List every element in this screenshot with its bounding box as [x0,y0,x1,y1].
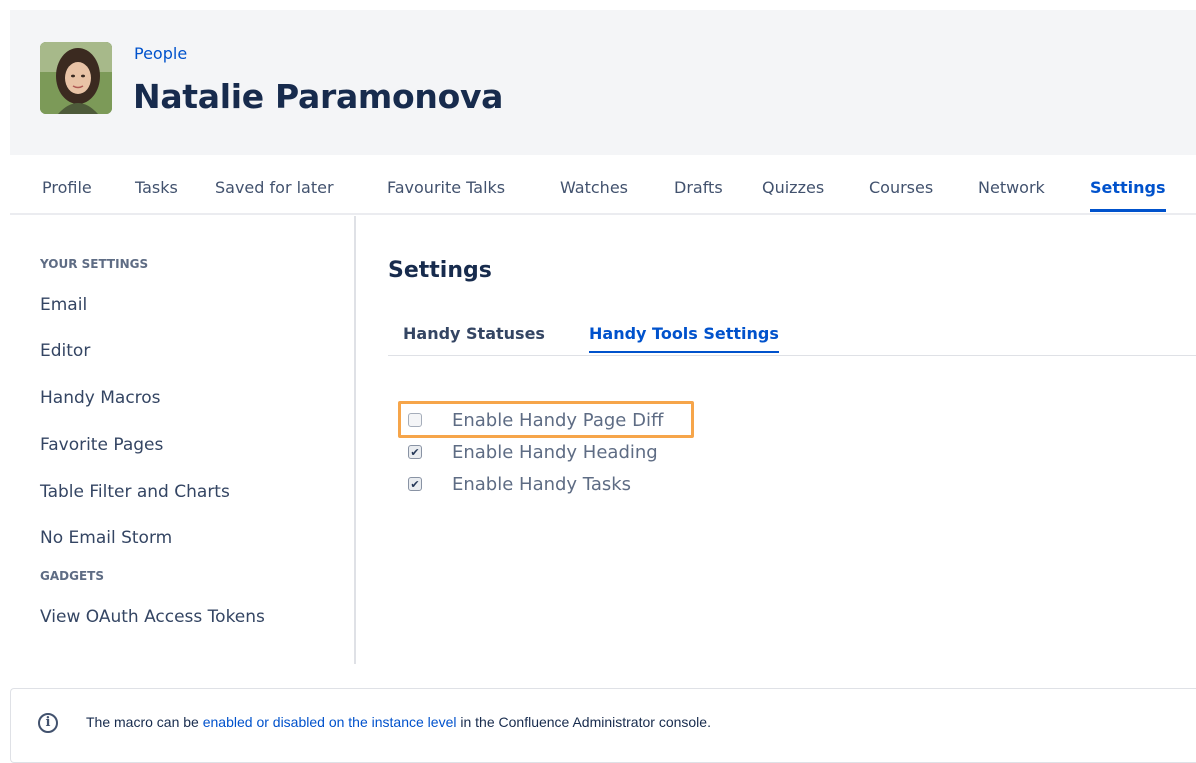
sidebar-item-no-email-storm[interactable]: No Email Storm [40,528,172,548]
avatar-image [40,42,112,114]
checkbox-handy-tasks[interactable]: ✔ [408,477,422,491]
subtab-handy-statuses[interactable]: Handy Statuses [403,324,545,343]
option-enable-handy-tasks: ✔ Enable Handy Tasks [408,473,631,495]
tab-network[interactable]: Network [978,178,1045,197]
sidebar-item-view-oauth-access-tokens[interactable]: View OAuth Access Tokens [40,607,265,627]
tab-profile[interactable]: Profile [42,178,92,197]
info-text-after: in the Confluence Administrator console. [456,714,711,730]
info-panel: i The macro can be enabled or disabled o… [10,688,1196,763]
option-label: Enable Handy Tasks [452,473,632,495]
sidebar-heading-gadgets: GADGETS [40,569,104,583]
info-text-before: The macro can be [86,714,203,730]
tab-favourite-talks[interactable]: Favourite Talks [387,178,505,197]
checkbox-handy-heading[interactable]: ✔ [408,445,422,459]
subtab-handy-tools-settings[interactable]: Handy Tools Settings [589,324,779,353]
checkbox-handy-page-diff[interactable] [408,413,422,427]
sidebar-item-editor[interactable]: Editor [40,341,90,361]
tab-quizzes[interactable]: Quizzes [762,178,824,197]
page-title: Natalie Paramonova [133,77,504,116]
tab-courses[interactable]: Courses [869,178,933,197]
breadcrumb-people[interactable]: People [134,44,187,63]
info-text: The macro can be enabled or disabled on … [86,714,711,730]
check-mark-icon: ✔ [410,445,420,459]
settings-sidebar: YOUR SETTINGS Email Editor Handy Macros … [10,216,356,664]
avatar [40,42,112,114]
tab-saved-for-later[interactable]: Saved for later [215,178,334,197]
option-label: Enable Handy Page Diff [452,409,664,431]
profile-header: People Natalie Paramonova [10,10,1196,155]
sidebar-item-email[interactable]: Email [40,295,87,315]
tab-watches[interactable]: Watches [560,178,628,197]
sidebar-item-table-filter-and-charts[interactable]: Table Filter and Charts [40,482,230,502]
settings-subtabs: Handy Statuses Handy Tools Settings [388,320,1196,356]
option-enable-handy-page-diff: Enable Handy Page Diff [408,409,663,431]
settings-title: Settings [388,258,492,283]
sidebar-item-favorite-pages[interactable]: Favorite Pages [40,435,163,455]
check-mark-icon: ✔ [410,477,420,491]
info-icon: i [38,713,58,733]
sidebar-item-handy-macros[interactable]: Handy Macros [40,388,161,408]
option-enable-handy-heading: ✔ Enable Handy Heading [408,441,658,463]
profile-tabs: Profile Tasks Saved for later Favourite … [10,160,1196,215]
option-label: Enable Handy Heading [452,441,658,463]
sidebar-heading-your-settings: YOUR SETTINGS [40,257,149,271]
instance-level-link[interactable]: enabled or disabled on the instance leve… [203,714,457,730]
tab-drafts[interactable]: Drafts [674,178,723,197]
tab-settings[interactable]: Settings [1090,178,1166,212]
tab-tasks[interactable]: Tasks [135,178,178,197]
